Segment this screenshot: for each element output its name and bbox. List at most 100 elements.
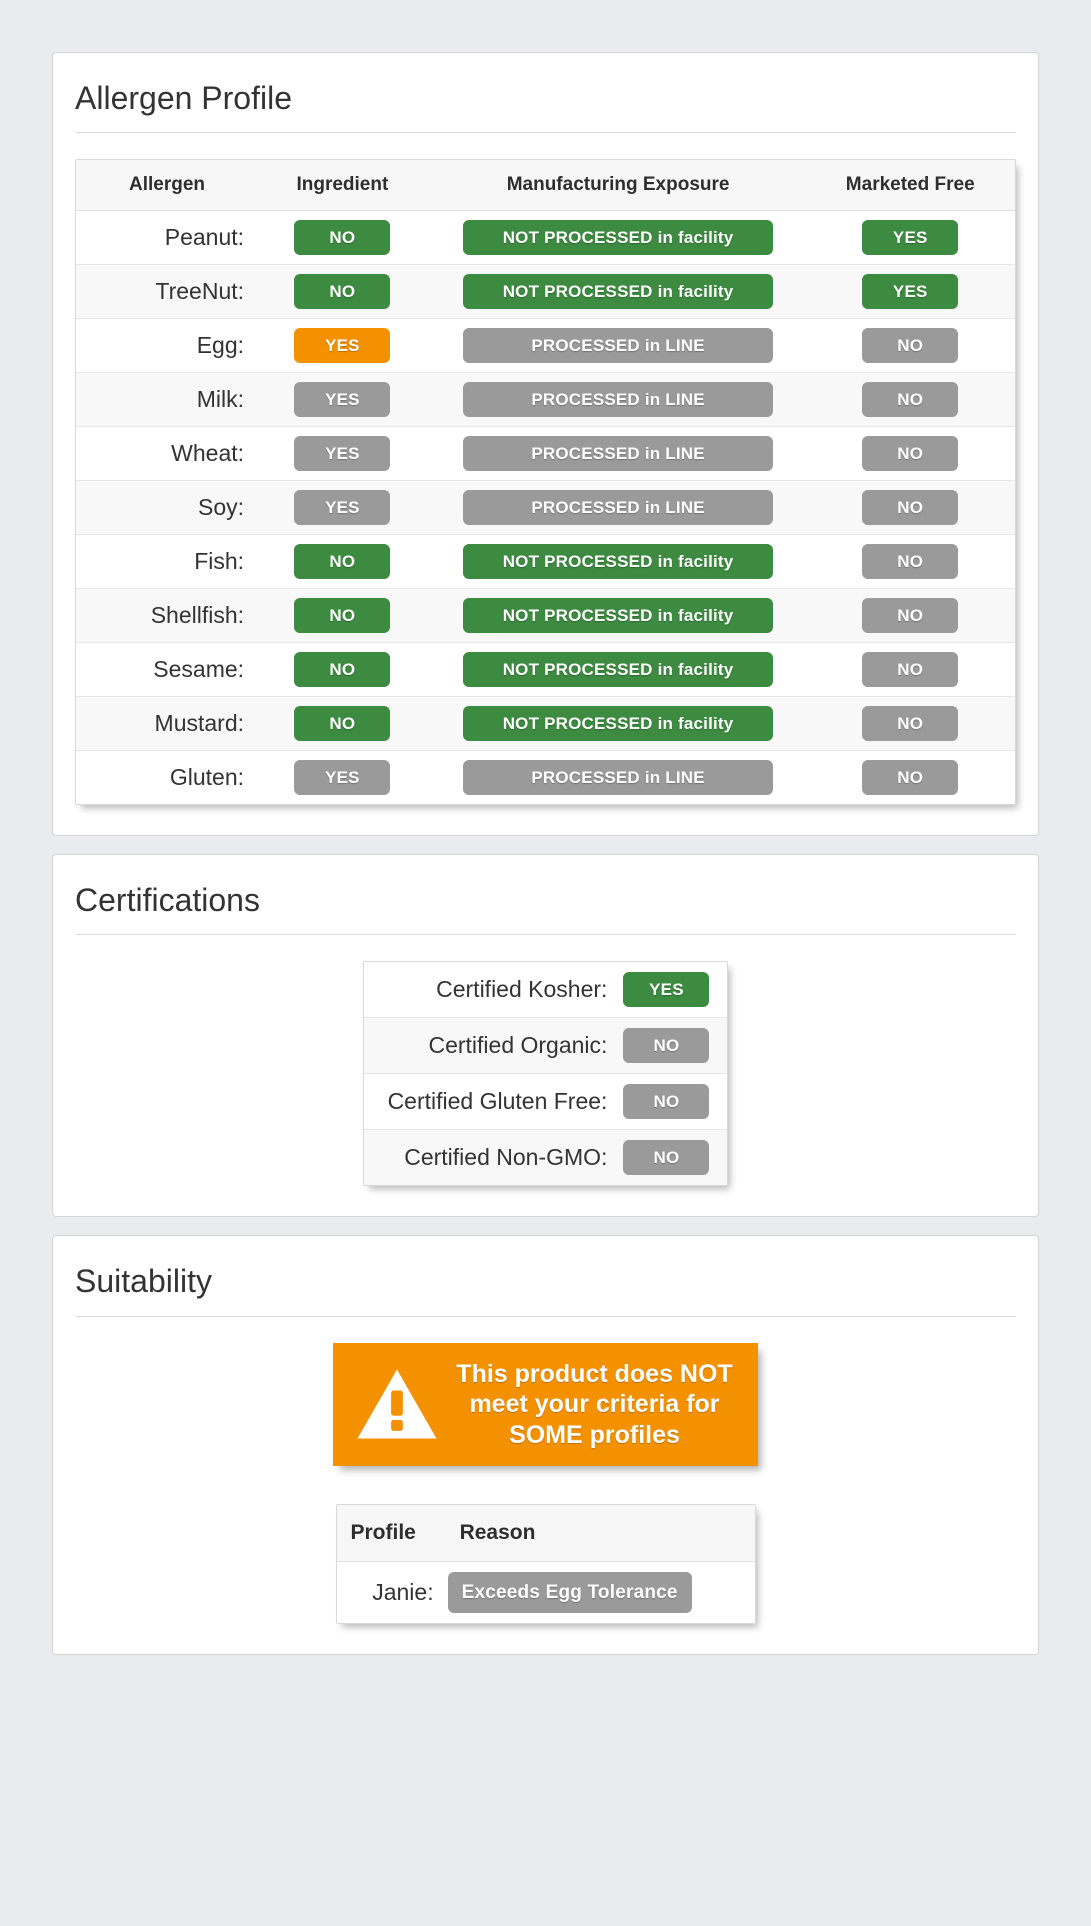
header-marketed-free: Marketed Free (809, 160, 1015, 212)
ingredient-badge: NO (294, 652, 391, 688)
certification-label: Certified Organic: (363, 1017, 620, 1075)
exposure-cell: PROCESSED in LINE (427, 751, 810, 805)
exposure-cell: NOT PROCESSED in facility (426, 642, 810, 698)
table-row: Certified Organic: NO (363, 1017, 728, 1075)
marketed-free-badge: NO (862, 652, 959, 688)
certifications-table: Certified Kosher: YES Certified Organic: NO… (363, 962, 728, 1186)
table-row: Sesame: NO NOT PROCESSED in facility NO (76, 642, 1015, 698)
exposure-cell: PROCESSED in LINE (426, 480, 810, 536)
allergen-name: TreeNut: (76, 264, 259, 320)
marketed-free-cell: NO (809, 642, 1015, 698)
suitability-title: Suitability (75, 1263, 212, 1300)
marketed-free-cell: NO (809, 534, 1015, 590)
allergen-name: Gluten: (169, 764, 245, 791)
marketed-free-badge: NO (862, 490, 959, 526)
allergen-name: Shellfish: (76, 588, 259, 644)
certification-badge: YES (623, 972, 710, 1008)
allergen-name: Milk: (76, 372, 259, 428)
suitability-content: This product does NOT meet your criteria… (75, 1342, 1016, 1625)
certifications-panel: Certifications Certified Kosher: YES Certi… (52, 854, 1039, 1218)
ingredient-cell: NO (258, 210, 427, 266)
exposure-badge: NOT PROCESSED in facility (463, 274, 774, 310)
allergen-profile-panel: Allergen Profile Allergen Ingredient Man… (52, 52, 1039, 837)
suitability-panel: Suitability This product does NOT meet y… (52, 1235, 1039, 1656)
ingredient-badge: NO (294, 598, 391, 634)
allergen-name: Sesame: (76, 642, 259, 698)
table-row: Certified Gluten Free: NO (363, 1073, 728, 1131)
title-divider (75, 1315, 1016, 1317)
exposure-badge: NOT PROCESSED in facility (463, 544, 774, 580)
table-row: Janie: Exceeds Egg Tolerance (337, 1562, 755, 1624)
marketed-free-badge: NO (862, 328, 959, 364)
allergen-profile-title: Allergen Profile (75, 80, 292, 116)
exposure-badge: NOT PROCESSED in facility (463, 598, 774, 634)
marketed-free-cell: NO (809, 426, 1015, 482)
exposure-cell: NOT PROCESSED in facility (426, 696, 810, 752)
profile-table-holder: Profile Reason Janie: Exceeds Egg Toleran… (335, 1504, 756, 1625)
table-row: Milk: YES PROCESSED in LINE NO (76, 372, 1015, 428)
profile-header-row: Profile Reason (336, 1505, 755, 1563)
allergen-table-wrapper: Allergen Ingredient Manufacturing Exposu… (75, 159, 1016, 806)
profile-reason-cell: Exceeds Egg Tolerance (442, 1562, 755, 1624)
table-row: Shellfish: NO NOT PROCESSED in facility NO (76, 588, 1015, 644)
ingredient-cell: NO (258, 534, 427, 590)
profile-reason-badge: Exceeds Egg Tolerance (447, 1572, 692, 1614)
marketed-free-badge: NO (862, 706, 959, 742)
exposure-badge: PROCESSED in LINE (463, 328, 774, 364)
profile-name: Janie: (372, 1579, 434, 1606)
exposure-cell: NOT PROCESSED in facility (426, 588, 810, 644)
title-divider (75, 934, 1016, 936)
certification-label: Certified Kosher: (363, 962, 620, 1019)
header-allergen: Allergen (76, 160, 259, 212)
profile-table-body: Janie: Exceeds Egg Tolerance (337, 1562, 755, 1624)
marketed-free-badge: NO (862, 382, 959, 418)
allergen-name: Wheat: (76, 426, 259, 482)
marketed-free-cell: NO (809, 372, 1015, 428)
certification-badge: NO (623, 1084, 710, 1120)
ingredient-badge: NO (294, 220, 391, 256)
certification-value-cell: NO (619, 1017, 728, 1075)
table-row: Wheat: YES PROCESSED in LINE NO (76, 426, 1015, 482)
certification-label: Certified Non-GMO: (404, 1144, 608, 1171)
marketed-free-badge: YES (862, 220, 959, 256)
ingredient-cell: YES (258, 480, 427, 536)
ingredient-cell: YES (258, 372, 427, 428)
exposure-cell: PROCESSED in LINE (426, 318, 810, 374)
allergen-name: Mustard: (76, 696, 259, 752)
ingredient-cell: NO (258, 696, 427, 752)
marketed-free-cell: NO (809, 696, 1015, 752)
certification-label: Certified Gluten Free: (363, 1073, 620, 1131)
exposure-cell: NOT PROCESSED in facility (426, 534, 810, 590)
table-row: TreeNut: NO NOT PROCESSED in facility YES (76, 264, 1015, 320)
profile-table-head: Profile Reason (336, 1505, 755, 1563)
exposure-badge: PROCESSED in LINE (463, 382, 774, 418)
title-divider (75, 132, 1016, 134)
ingredient-cell: NO (258, 264, 427, 320)
ingredient-cell: YES (258, 751, 427, 805)
certifications-title: Certifications (75, 882, 260, 919)
exposure-badge: PROCESSED in LINE (463, 436, 774, 472)
ingredient-badge: YES (294, 436, 391, 472)
certification-value-cell: YES (619, 962, 728, 1019)
marketed-free-badge: NO (862, 760, 959, 796)
certifications-table-body: Certified Kosher: YES Certified Organic: NO… (363, 962, 728, 1186)
ingredient-badge: NO (294, 706, 391, 742)
allergen-table-body: Peanut: NO NOT PROCESSED in facility YES Tre… (76, 210, 1015, 805)
header-reason: Reason (441, 1505, 755, 1563)
exposure-badge: PROCESSED in LINE (463, 760, 774, 796)
ingredient-badge: NO (294, 544, 391, 580)
ingredient-badge: NO (294, 274, 391, 310)
allergen-name: Egg: (76, 318, 259, 374)
table-row: Certified Kosher: YES (363, 962, 728, 1019)
allergen-table-head: Allergen Ingredient Manufacturing Exposu… (76, 160, 1015, 212)
suitability-warning-banner: This product does NOT meet your criteria… (333, 1342, 758, 1467)
marketed-free-cell: NO (809, 588, 1015, 644)
profile-table: Profile Reason Janie: Exceeds Egg Toleran… (336, 1505, 755, 1624)
warning-triangle-icon (357, 1369, 437, 1439)
marketed-free-cell: YES (809, 210, 1015, 266)
ingredient-badge: YES (294, 760, 391, 796)
exposure-badge: NOT PROCESSED in facility (463, 706, 774, 742)
certification-value-cell: NO (619, 1130, 727, 1186)
exposure-cell: PROCESSED in LINE (426, 426, 810, 482)
table-row: Fish: NO NOT PROCESSED in facility NO (76, 534, 1015, 590)
